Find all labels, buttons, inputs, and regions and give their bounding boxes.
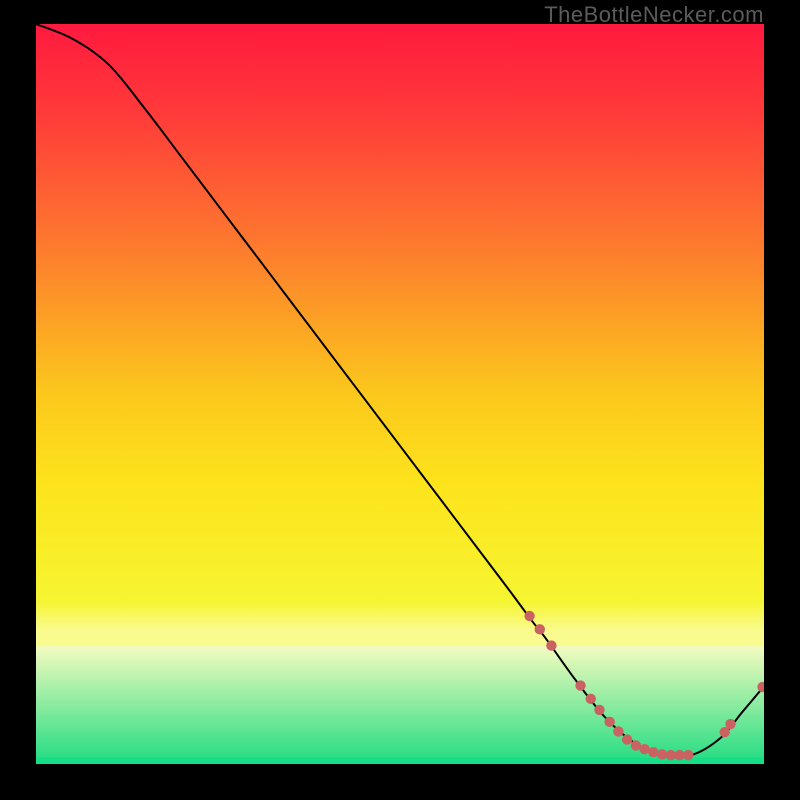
marker-dot: [535, 624, 545, 634]
marker-dot: [575, 680, 585, 690]
marker-dot: [604, 717, 614, 727]
marker-dot: [683, 750, 693, 760]
marker-dot: [586, 694, 596, 704]
marker-dot: [622, 734, 632, 744]
chart-stage: TheBottleNecker.com: [0, 0, 800, 800]
marker-dot: [594, 705, 604, 715]
marker-dot: [613, 726, 623, 736]
marker-dot: [725, 719, 735, 729]
plot-area: [36, 24, 764, 764]
plot-svg: [36, 24, 764, 764]
marker-dot: [524, 611, 534, 621]
marker-dot: [546, 640, 556, 650]
green-striped-band: [36, 646, 764, 764]
marker-dot: [648, 747, 658, 757]
